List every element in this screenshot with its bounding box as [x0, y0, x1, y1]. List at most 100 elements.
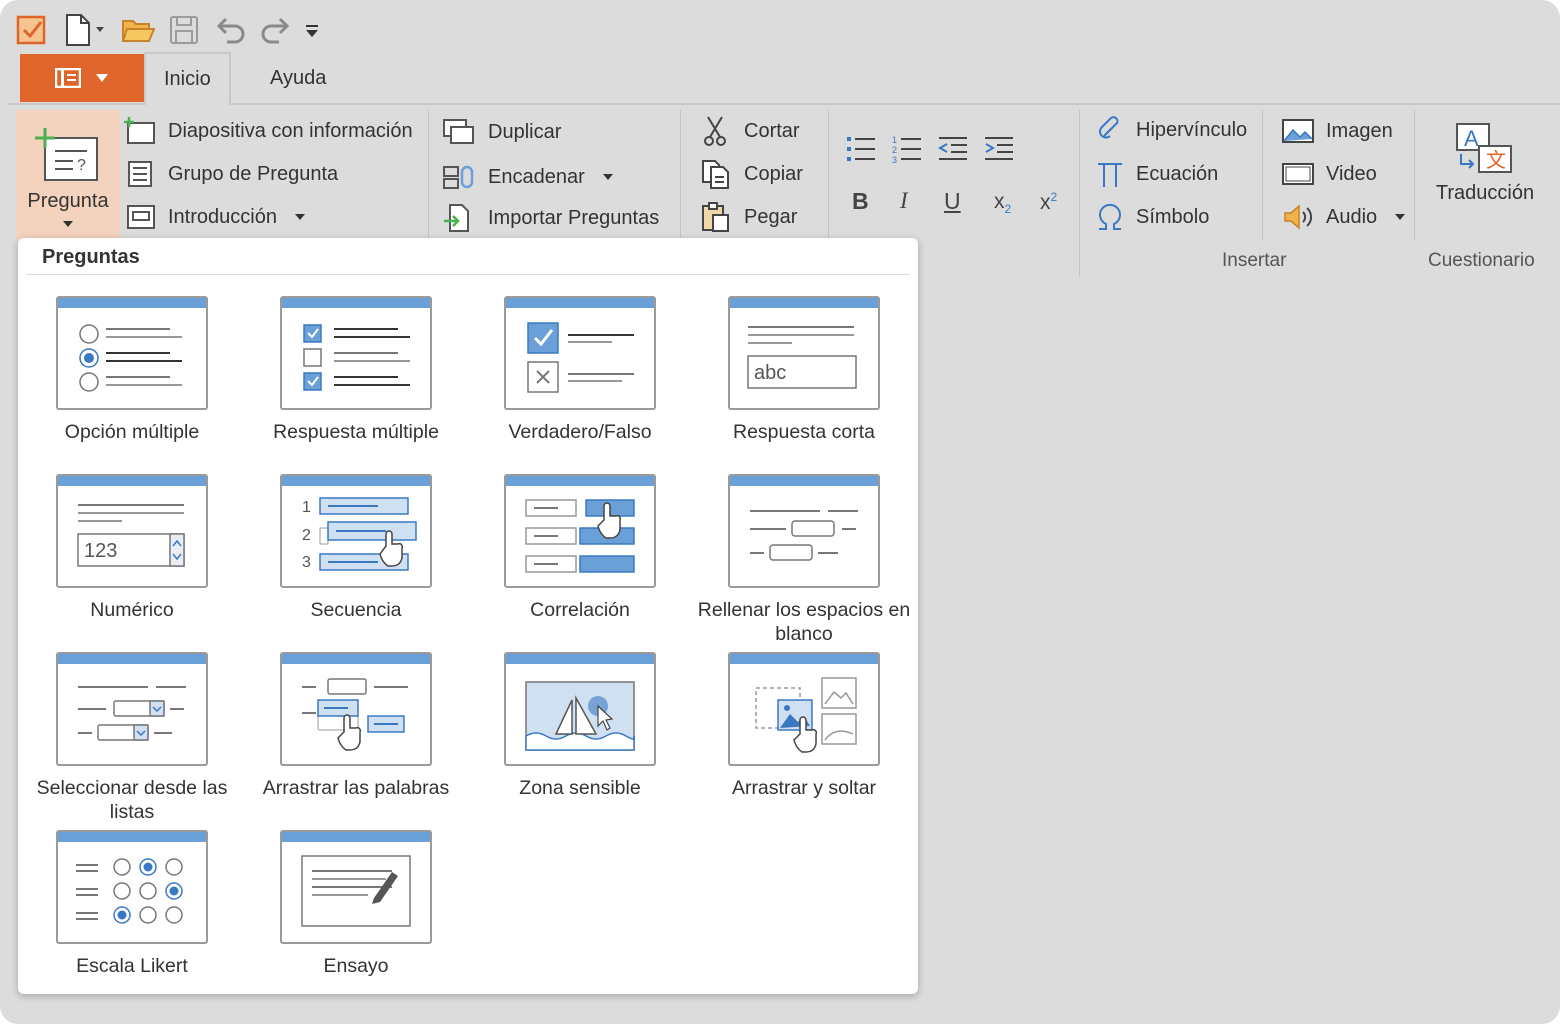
app-logo-icon[interactable] [12, 10, 52, 50]
pregunta-button[interactable]: ? Pregunta [16, 110, 120, 240]
question-multiple-response[interactable]: Respuesta múltiple [244, 296, 468, 444]
question-true-false[interactable]: Verdadero/Falso [468, 296, 692, 444]
question-multiple-choice[interactable]: Opción múltiple [20, 296, 244, 444]
hyperlink-button[interactable]: Hipervínculo [1096, 113, 1247, 147]
translation-label: Traducción [1435, 182, 1535, 204]
translation-button[interactable]: A 文 Traducción [1430, 120, 1540, 205]
duplicate-label: Duplicar [488, 120, 562, 143]
chevron-down-icon [1395, 214, 1406, 220]
new-file-icon[interactable] [58, 10, 112, 50]
question-label: Rellenar los espacios en blanco [697, 599, 911, 645]
question-likert-scale[interactable]: Escala Likert [20, 830, 244, 978]
svg-text:3: 3 [892, 155, 897, 164]
video-button[interactable]: Video [1282, 157, 1377, 191]
copy-label: Copiar [744, 162, 803, 185]
numeric-sample: 123 [84, 540, 117, 562]
drag-words-icon [280, 652, 432, 766]
open-folder-icon[interactable] [118, 10, 158, 50]
question-group-label: Grupo de Pregunta [168, 162, 339, 185]
image-icon [1282, 119, 1314, 143]
equation-button[interactable]: Ecuación [1096, 157, 1218, 191]
quiz-group-label: Cuestionario [1428, 250, 1535, 271]
question-essay[interactable]: Ensayo [244, 830, 468, 978]
question-drag-words[interactable]: Arrastrar las palabras [244, 652, 468, 800]
undo-icon[interactable] [210, 10, 250, 50]
app-window: Inicio Ayuda ? Pregunta Diapositiva con … [0, 0, 1560, 1024]
save-icon[interactable] [164, 10, 204, 50]
paste-icon [702, 202, 729, 232]
equation-label: Ecuación [1136, 162, 1219, 185]
chain-button[interactable]: Encadenar [442, 160, 613, 194]
scissors-icon [704, 116, 726, 146]
symbol-button[interactable]: Símbolo [1096, 200, 1209, 234]
question-label: Respuesta múltiple [273, 421, 439, 443]
question-group-button[interactable]: Grupo de Pregunta [124, 157, 338, 191]
question-label: Zona sensible [519, 777, 641, 799]
file-menu-button[interactable] [20, 54, 144, 102]
question-group-icon [128, 161, 152, 187]
bold-button[interactable]: B [852, 188, 869, 215]
svg-text:A: A [1464, 126, 1479, 151]
import-questions-label: Importar Preguntas [488, 206, 660, 229]
superscript-button[interactable]: x2 [1040, 190, 1057, 215]
drag-drop-icon [728, 652, 880, 766]
svg-text:2: 2 [892, 145, 897, 155]
essay-icon [280, 830, 432, 944]
menu-icon [55, 68, 81, 88]
question-label: Arrastrar y soltar [731, 777, 877, 799]
bullet-list-icon[interactable] [846, 134, 876, 164]
hyperlink-label: Hipervínculo [1136, 118, 1248, 141]
cut-button[interactable]: Cortar [700, 114, 800, 148]
decrease-indent-icon[interactable] [938, 134, 968, 164]
subscript-button[interactable]: x2 [994, 190, 1011, 216]
chevron-down-icon [294, 214, 305, 220]
info-slide-button[interactable]: Diapositiva con información [124, 114, 413, 148]
tab-inicio[interactable]: Inicio [144, 52, 231, 105]
audio-label: Audio [1326, 205, 1378, 228]
question-numeric[interactable]: 123 Numérico [20, 474, 244, 622]
customize-icon[interactable] [302, 10, 322, 50]
tab-label: Inicio [164, 68, 211, 90]
ribbon-separator [680, 110, 681, 240]
introduction-icon [127, 205, 155, 229]
panel-divider [26, 274, 910, 275]
image-button[interactable]: Imagen [1282, 114, 1393, 148]
question-matching[interactable]: Correlación [468, 474, 692, 622]
introduction-button[interactable]: Introducción [124, 200, 305, 234]
import-questions-button[interactable]: Importar Preguntas [442, 201, 659, 235]
question-select-from-lists[interactable]: Seleccionar desde las listas [20, 652, 244, 824]
paste-button[interactable]: Pegar [700, 200, 797, 234]
question-drag-drop[interactable]: Arrastrar y soltar [692, 652, 916, 800]
tab-ayuda[interactable]: Ayuda [252, 52, 344, 105]
ribbon-separator [828, 110, 829, 240]
duplicate-icon [443, 119, 474, 144]
panel-title: Preguntas [42, 246, 140, 268]
ribbon-tabs: Inicio Ayuda [8, 52, 1560, 105]
numbered-list-icon[interactable]: 123 [892, 134, 922, 164]
redo-icon[interactable] [256, 10, 296, 50]
sequence-number: 2 [302, 527, 311, 544]
speaker-icon [1284, 204, 1313, 230]
duplicate-button[interactable]: Duplicar [442, 115, 561, 149]
italic-button[interactable]: I [900, 188, 908, 214]
question-hotspot[interactable]: Zona sensible [468, 652, 692, 800]
question-sequence[interactable]: 1 2 3 Secuencia [244, 474, 468, 622]
question-fill-in-blanks[interactable]: Rellenar los espacios en blanco [692, 474, 916, 646]
question-slide-icon: ? [35, 128, 98, 181]
ribbon-separator [1414, 110, 1415, 240]
sequence-number: 3 [302, 554, 311, 571]
increase-indent-icon[interactable] [984, 134, 1014, 164]
paste-label: Pegar [744, 205, 798, 228]
omega-icon [1099, 203, 1121, 230]
underline-button[interactable]: U [944, 188, 961, 215]
tab-label: Ayuda [270, 67, 327, 89]
question-label: Seleccionar desde las listas [36, 777, 228, 823]
svg-text:?: ? [77, 157, 86, 174]
ribbon-separator [1079, 110, 1080, 276]
import-icon [444, 204, 469, 232]
svg-text:文: 文 [1486, 148, 1506, 172]
copy-button[interactable]: Copiar [700, 157, 803, 191]
audio-button[interactable]: Audio [1282, 200, 1406, 234]
questions-dropdown-panel: Preguntas Opción múltiple Respuesta múlt… [18, 238, 918, 994]
question-short-answer[interactable]: abc Respuesta corta [692, 296, 916, 444]
